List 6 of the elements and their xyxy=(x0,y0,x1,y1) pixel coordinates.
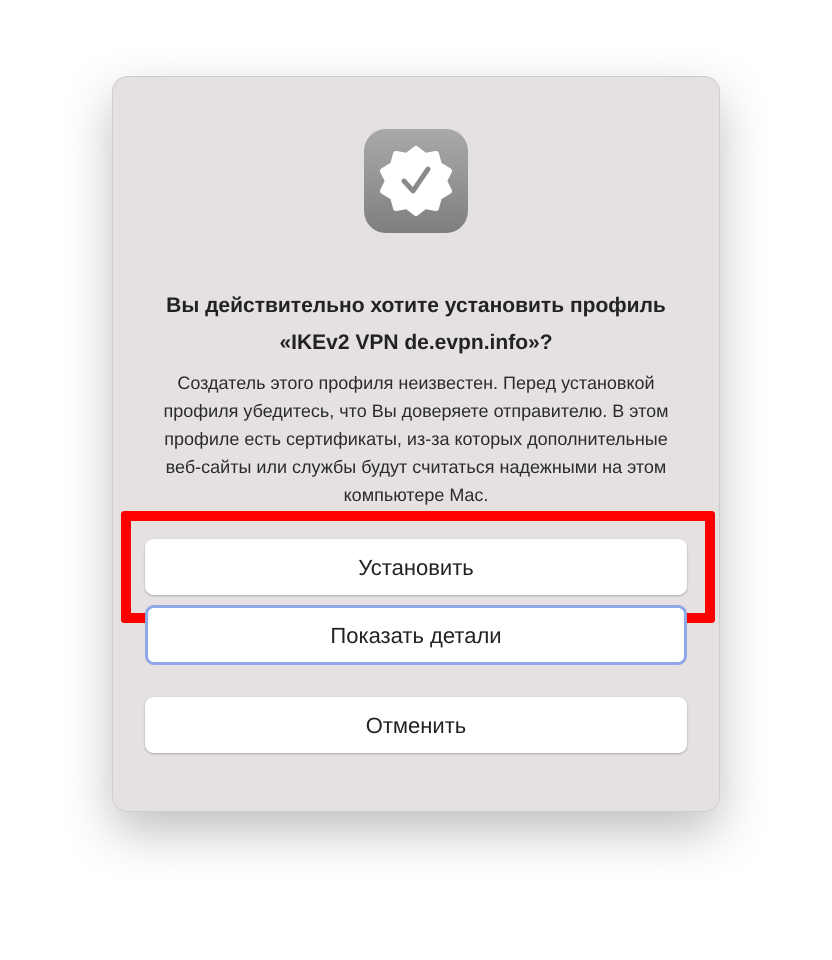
dialog-button[interactable]: Установить xyxy=(145,539,687,595)
dialog-message: Создатель этого профиля неизвестен. Перед установкой профиля убедитесь, что Вы доверяете отправителю. В этом профиле есть сертификаты, из-за которых дополнительные веб-сайты или службы будут считаться надежными на этом компьютере Mac. xyxy=(162,372,670,507)
dialog-button[interactable]: Показать детали xyxy=(145,605,687,665)
certificate-badge-icon xyxy=(364,129,468,233)
dialog-title: Вы действительно хотите установить профиль «IKEv2 VPN de.evpn.info»? xyxy=(165,293,667,356)
dialog-button[interactable]: Отменить xyxy=(145,697,687,753)
